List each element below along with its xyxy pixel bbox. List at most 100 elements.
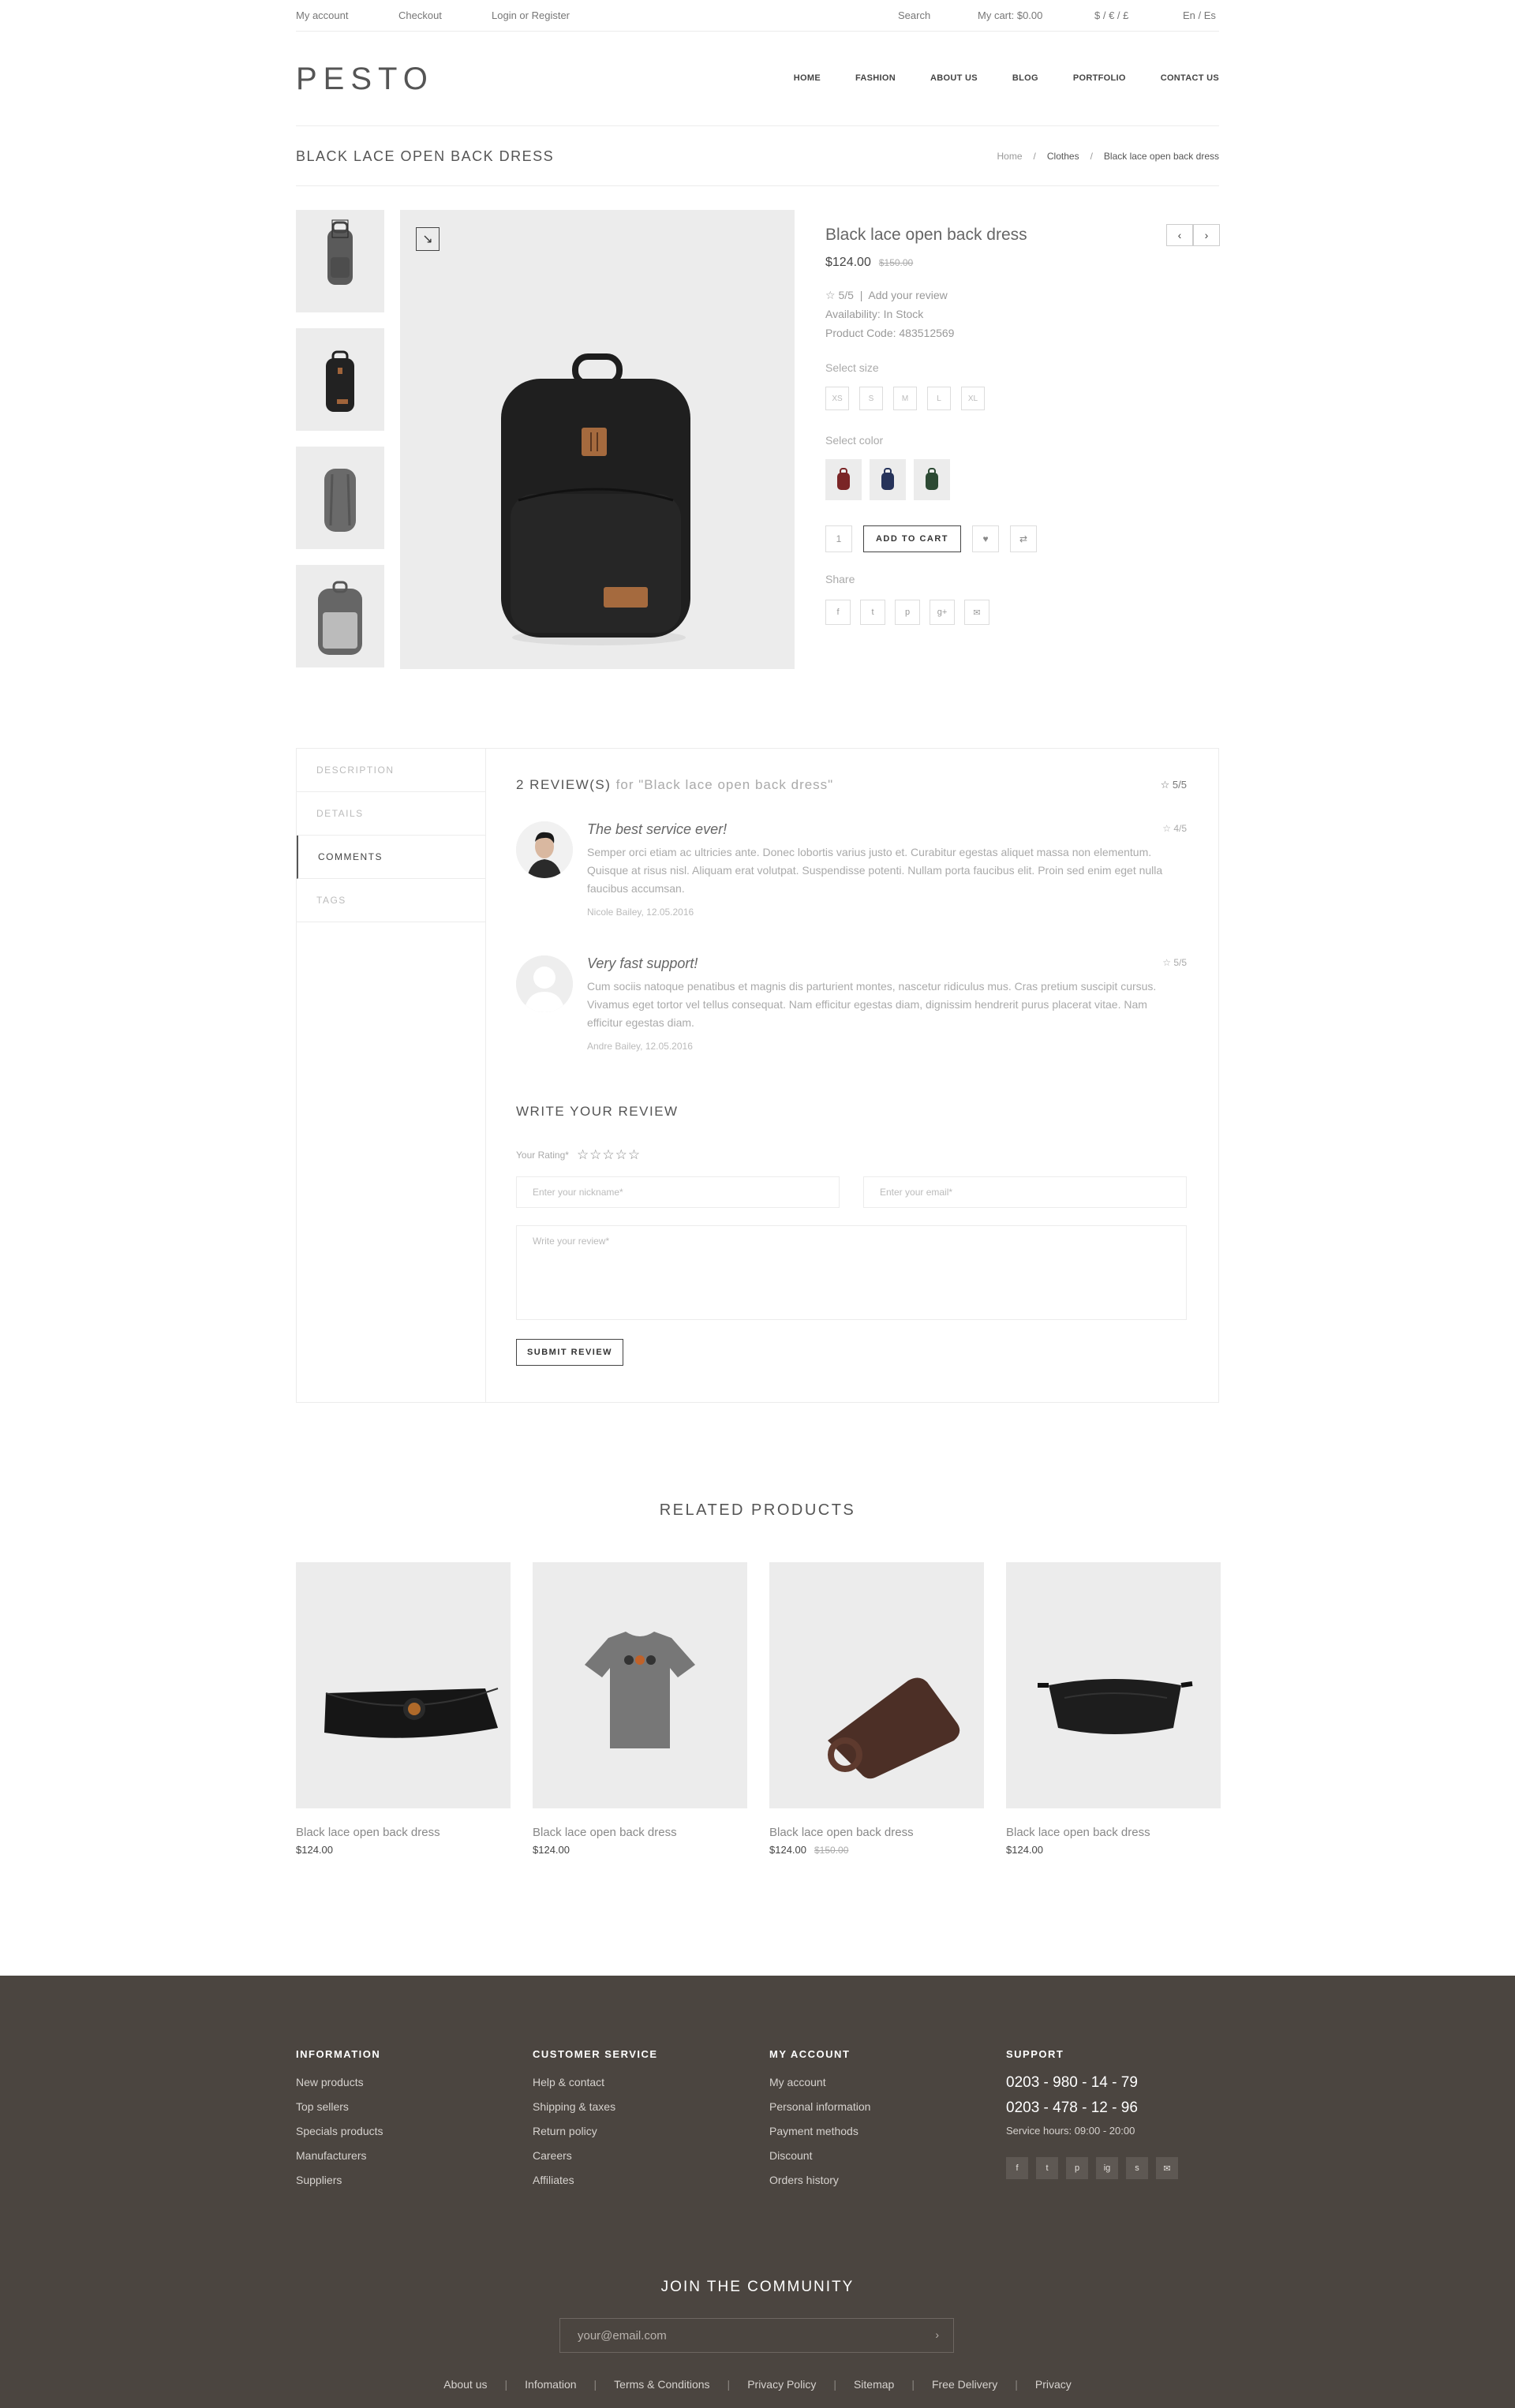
product-image[interactable] — [769, 1562, 984, 1808]
quantity-input[interactable]: 1 — [825, 525, 852, 552]
tab-tags[interactable]: TAGS — [297, 879, 485, 922]
my-account-link[interactable]: My account — [296, 9, 348, 21]
nickname-input[interactable]: Enter your nickname* — [516, 1176, 840, 1208]
footer-link[interactable]: Specials products — [296, 2126, 383, 2137]
checkout-link[interactable]: Checkout — [398, 9, 442, 21]
footer-link[interactable]: Affiliates — [533, 2174, 658, 2186]
tab-comments[interactable]: COMMENTS — [297, 836, 485, 879]
support-phone[interactable]: 0203 - 478 - 12 - 96 — [1006, 2100, 1178, 2117]
cart-link[interactable]: My cart: $0.00 — [978, 9, 1042, 21]
footer-link[interactable]: Careers — [533, 2150, 658, 2161]
chevron-right-icon[interactable]: › — [1193, 224, 1220, 246]
mail-icon[interactable]: ✉ — [1156, 2157, 1178, 2179]
skype-icon[interactable]: s — [1126, 2157, 1148, 2179]
nav-about[interactable]: ABOUT US — [930, 73, 978, 83]
footer-link[interactable]: Return policy — [533, 2126, 658, 2137]
related-product-name[interactable]: Black lace open back dress — [1006, 1826, 1221, 1839]
nav-blog[interactable]: BLOG — [1012, 73, 1038, 83]
clutch-image — [324, 1688, 499, 1738]
pinterest-icon[interactable]: p — [1066, 2157, 1088, 2179]
footer-link[interactable]: Personal information — [769, 2101, 870, 2112]
size-l[interactable]: L — [927, 387, 951, 410]
nav-home[interactable]: HOME — [794, 73, 821, 83]
add-to-cart-button[interactable]: ADD TO CART — [863, 525, 961, 552]
footer-link[interactable]: Orders history — [769, 2174, 870, 2186]
footer-link[interactable]: Payment methods — [769, 2126, 870, 2137]
product-image[interactable] — [1006, 1562, 1221, 1808]
title-row: BLACK LACE OPEN BACK DRESS Home / Clothe… — [296, 126, 1219, 186]
footer-link[interactable]: Manufacturers — [296, 2150, 383, 2161]
currency-switch[interactable]: $ / € / £ — [1094, 9, 1128, 21]
submit-review-button[interactable]: SUBMIT REVIEW — [516, 1339, 623, 1366]
mail-icon[interactable]: ✉ — [964, 600, 989, 625]
reviews-count: 2 REVIEW(S) — [516, 777, 612, 792]
footer-bottom-link[interactable]: Privacy — [1035, 2378, 1072, 2391]
search-link[interactable]: Search — [898, 9, 930, 21]
facebook-icon[interactable]: f — [825, 600, 851, 625]
size-xs[interactable]: XS — [825, 387, 849, 410]
footer-bottom-link[interactable]: Sitemap — [854, 2378, 894, 2391]
product-thumbnail[interactable] — [296, 447, 384, 549]
tab-description[interactable]: DESCRIPTION — [297, 749, 485, 792]
size-xl[interactable]: XL — [961, 387, 985, 410]
breadcrumb-home[interactable]: Home — [997, 151, 1023, 162]
twitter-icon[interactable]: t — [1036, 2157, 1058, 2179]
breadcrumb-clothes[interactable]: Clothes — [1047, 151, 1079, 162]
product-thumbnail[interactable] — [296, 328, 384, 431]
footer-link[interactable]: Suppliers — [296, 2174, 383, 2186]
arrow-right-icon[interactable]: › — [935, 2328, 939, 2341]
footer-link[interactable]: Top sellers — [296, 2101, 383, 2112]
related-product[interactable]: Black lace open back dress $124.00 $150.0… — [769, 1562, 984, 1856]
color-blue[interactable] — [870, 459, 906, 500]
review-textarea[interactable]: Write your review* — [516, 1225, 1187, 1320]
related-product-name[interactable]: Black lace open back dress — [296, 1826, 511, 1839]
footer-bottom-link[interactable]: Free Delivery — [932, 2378, 997, 2391]
related-product-name[interactable]: Black lace open back dress — [533, 1826, 747, 1839]
rating-stars-input[interactable]: ☆☆☆☆☆ — [577, 1147, 641, 1163]
footer-bottom-link[interactable]: Infomation — [525, 2378, 576, 2391]
footer-link[interactable]: New products — [296, 2077, 383, 2088]
main-product-image[interactable]: ↘ — [400, 210, 795, 669]
language-switch[interactable]: En / Es — [1183, 9, 1216, 21]
newsletter-email-input[interactable]: your@email.com › — [559, 2318, 954, 2353]
related-product-name[interactable]: Black lace open back dress — [769, 1826, 984, 1839]
size-m[interactable]: M — [893, 387, 917, 410]
related-product[interactable]: Black lace open back dress $124.00 — [533, 1562, 747, 1856]
logo[interactable]: PESTO — [296, 62, 434, 97]
footer-bottom-link[interactable]: Terms & Conditions — [614, 2378, 709, 2391]
footer-link[interactable]: Shipping & taxes — [533, 2101, 658, 2112]
footer-bottom-link[interactable]: About us — [443, 2378, 487, 2391]
color-green[interactable] — [914, 459, 950, 500]
support-phone[interactable]: 0203 - 980 - 14 - 79 — [1006, 2074, 1178, 2092]
login-link[interactable]: Login or Register — [492, 9, 570, 21]
product-image[interactable] — [533, 1562, 747, 1808]
product-thumbnail[interactable] — [296, 210, 384, 312]
twitter-icon[interactable]: t — [860, 600, 885, 625]
size-s[interactable]: S — [859, 387, 883, 410]
google-plus-icon[interactable]: g+ — [930, 600, 955, 625]
product-thumbnail[interactable] — [296, 565, 384, 667]
product-image[interactable] — [296, 1562, 511, 1808]
footer-link[interactable]: Help & contact — [533, 2077, 658, 2088]
footer-link[interactable]: Discount — [769, 2150, 870, 2161]
related-product[interactable]: Black lace open back dress $124.00 — [1006, 1562, 1221, 1856]
add-review-link[interactable]: Add your review — [868, 289, 947, 301]
compare-icon[interactable]: ⇄ — [1010, 525, 1037, 552]
heart-icon[interactable]: ♥ — [972, 525, 999, 552]
tab-details[interactable]: DETAILS — [297, 792, 485, 836]
pinterest-icon[interactable]: p — [895, 600, 920, 625]
nav-contact[interactable]: CONTACT US — [1161, 73, 1219, 83]
instagram-icon[interactable]: ig — [1096, 2157, 1118, 2179]
nav-portfolio[interactable]: PORTFOLIO — [1073, 73, 1126, 83]
chevron-left-icon[interactable]: ‹ — [1166, 224, 1193, 246]
nav-fashion[interactable]: FASHION — [855, 73, 896, 83]
your-rating-row: Your Rating* ☆☆☆☆☆ — [516, 1147, 641, 1163]
email-input[interactable]: Enter your email* — [863, 1176, 1187, 1208]
color-red[interactable] — [825, 459, 862, 500]
related-product[interactable]: Black lace open back dress $124.00 — [296, 1562, 511, 1856]
facebook-icon[interactable]: f — [1006, 2157, 1028, 2179]
zoom-icon[interactable]: ↘ — [416, 227, 440, 251]
footer-bottom-link[interactable]: Privacy Policy — [747, 2378, 816, 2391]
footer-col-my-account: MY ACCOUNT My account Personal informati… — [769, 2048, 870, 2186]
footer-link[interactable]: My account — [769, 2077, 870, 2088]
